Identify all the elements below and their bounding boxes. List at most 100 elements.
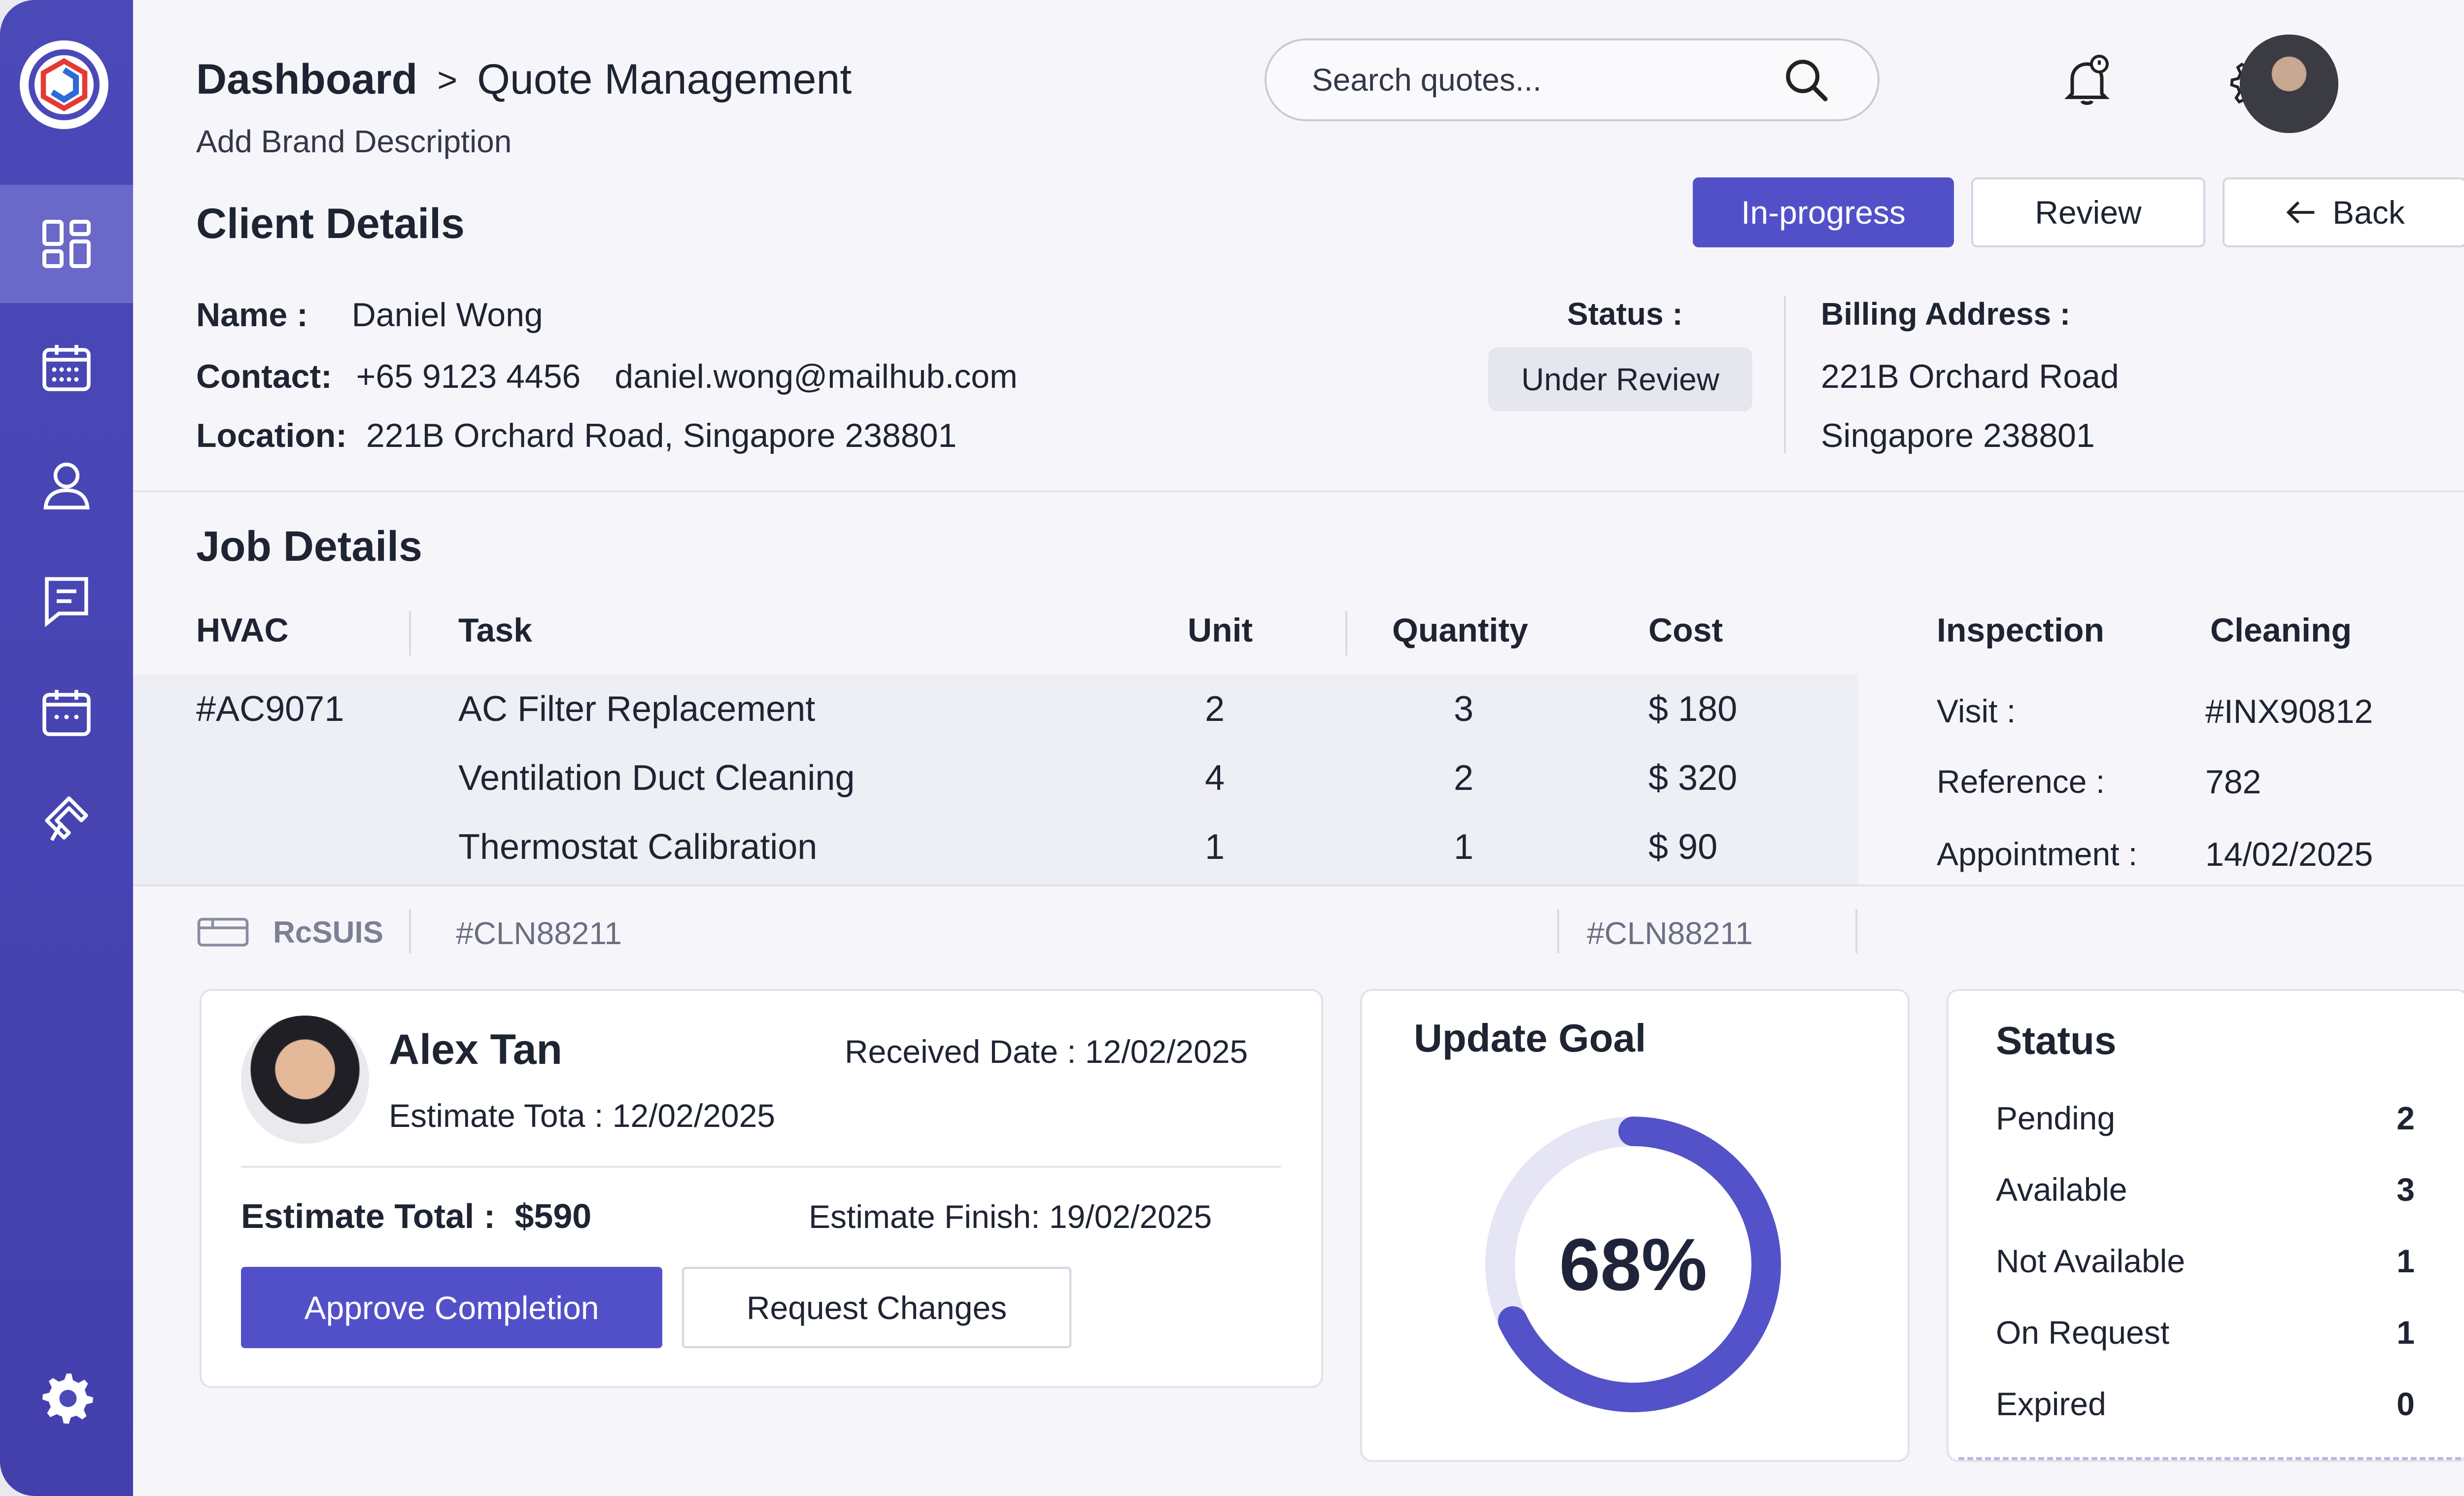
status-item-label: Not Available (1996, 1243, 2186, 1279)
sidebar-item-calendar[interactable] (0, 308, 133, 426)
sidebar-item-users[interactable] (0, 426, 133, 544)
divider (1784, 296, 1786, 453)
client-location: 221B Orchard Road, Singapore 238801 (366, 417, 957, 454)
assignee-name: Alex Tan (389, 1026, 563, 1073)
breadcrumb-root[interactable]: Dashboard (196, 55, 417, 104)
column-header-unit: Unit (1188, 612, 1253, 649)
status-label: Status : (1567, 296, 1683, 332)
back-label: Back (2332, 194, 2405, 231)
contact-label: Contact: (196, 358, 332, 395)
status-item-count: 3 (2396, 1171, 2415, 1208)
client-name: Daniel Wong (351, 296, 543, 334)
brand-logo[interactable] (20, 40, 108, 129)
status-item-label: On Request (1996, 1314, 2170, 1351)
task-name: Thermostat Calibration (458, 827, 818, 867)
back-button[interactable]: Back (2223, 177, 2464, 247)
status-item-count: 0 (2396, 1386, 2415, 1422)
client-details-heading: Client Details (196, 200, 465, 247)
client-location-row: Location: 221B Orchard Road, Singapore 2… (196, 416, 957, 455)
sidebar-item-schedule[interactable] (0, 653, 133, 771)
sidebar-item-tools[interactable] (0, 759, 133, 877)
brand-description[interactable]: Add Brand Description (196, 123, 512, 160)
update-goal-card: Update Goal 68% (1360, 989, 1910, 1462)
client-phone[interactable]: +65 9123 4456 (356, 358, 581, 395)
estimate-tota-row: Estimate Tota : 12/02/2025 (389, 1097, 775, 1134)
gear-icon (42, 1373, 93, 1424)
message-icon (45, 577, 88, 627)
billing-line2: Singapore 238801 (1821, 417, 2095, 454)
task-unit: 4 (1205, 758, 1225, 798)
divider (409, 611, 411, 655)
user-icon (43, 462, 90, 510)
calendar-icon (42, 345, 91, 391)
task-cost: $ 90 (1648, 827, 1718, 867)
status-item-count: 2 (2396, 1100, 2415, 1136)
task-unit: 1 (1205, 827, 1225, 867)
task-unit: 2 (1205, 689, 1225, 729)
status-item-label: Pending (1996, 1100, 2116, 1136)
sidebar-item-messages[interactable] (0, 542, 133, 660)
schedule-icon (42, 690, 91, 736)
sidebar-item-settings[interactable] (0, 1338, 133, 1456)
job-details-heading: Job Details (196, 523, 422, 570)
main-content: Dashboard > Quote Management Add Brand D… (133, 0, 2464, 1496)
sidebar-item-dashboard[interactable] (0, 185, 133, 303)
task-quantity: 2 (1454, 758, 1474, 798)
received-date-value: 12/02/2025 (1085, 1033, 1248, 1070)
status-item-count: 1 (2396, 1243, 2415, 1279)
wrench-icon (45, 796, 88, 841)
status-item-label: Expired (1996, 1386, 2106, 1422)
task-quantity: 3 (1454, 689, 1474, 729)
divider (409, 909, 411, 953)
review-button[interactable]: Review (1971, 177, 2205, 247)
task-name: AC Filter Replacement (458, 689, 816, 729)
column-header-quantity: Quantity (1392, 612, 1528, 649)
search-icon[interactable] (1779, 53, 1833, 107)
billing-line1: 221B Orchard Road (1821, 358, 2119, 395)
estimate-finish-value: 19/02/2025 (1049, 1198, 1212, 1235)
divider (1557, 909, 1559, 953)
search-bar (1265, 38, 1880, 121)
avatar (241, 1016, 369, 1144)
client-email[interactable]: daniel.wong@mailhub.com (615, 358, 1017, 395)
task-quantity: 1 (1454, 827, 1474, 867)
section-divider (133, 490, 2464, 492)
breadcrumb-current: Quote Management (477, 56, 852, 103)
inspection-visit-value: #INX90812 (2205, 693, 2373, 730)
status-card: Status Pending 2 Available 3 Not Available… (1947, 989, 2464, 1462)
user-avatar[interactable] (2240, 34, 2338, 133)
approve-completion-button[interactable]: Approve Completion (241, 1267, 662, 1348)
column-header-hvac: HVAC (196, 612, 289, 649)
arrow-left-icon (2286, 201, 2315, 224)
inspection-appointment-value: 14/02/2025 (2205, 836, 2373, 873)
search-input[interactable] (1311, 61, 1779, 99)
estimate-tota-label: Estimate Tota : (389, 1097, 604, 1134)
inspection-reference-value: 782 (2205, 763, 2261, 801)
in-progress-button[interactable]: In-progress (1693, 177, 1954, 247)
dashed-divider (1958, 1457, 2461, 1460)
inspection-appointment-label: Appointment : (1937, 836, 2138, 872)
inspection-reference-label: Reference : (1937, 763, 2105, 800)
logo-icon (29, 49, 100, 120)
estimate-tota-value: 12/02/2025 (612, 1097, 775, 1134)
divider (241, 1166, 1281, 1168)
dashboard-icon (42, 220, 91, 268)
notification-bell-icon[interactable] (2055, 49, 2119, 113)
task-cost: $ 180 (1648, 689, 1738, 729)
chevron-right-icon: > (437, 60, 458, 99)
received-date-label: Received Date : (845, 1033, 1076, 1070)
card-icon (197, 918, 249, 947)
app-window: Dashboard > Quote Management Add Brand D… (0, 0, 2464, 1496)
hvac-id[interactable]: #AC9071 (196, 689, 344, 729)
status-item-count: 1 (2396, 1314, 2415, 1351)
divider (1855, 909, 1857, 953)
footer-code-1[interactable]: #CLN88211 (456, 915, 622, 952)
status-card-title: Status (1996, 1019, 2117, 1062)
estimate-total-label: Estimate Total : (241, 1197, 496, 1235)
breadcrumb: Dashboard > Quote Management (196, 55, 852, 104)
sidebar (0, 0, 133, 1496)
divider (1345, 611, 1347, 655)
footer-code-2[interactable]: #CLN88211 (1587, 915, 1753, 952)
footer-tag: RcSUIS (273, 916, 383, 950)
request-changes-button[interactable]: Request Changes (682, 1267, 1071, 1348)
